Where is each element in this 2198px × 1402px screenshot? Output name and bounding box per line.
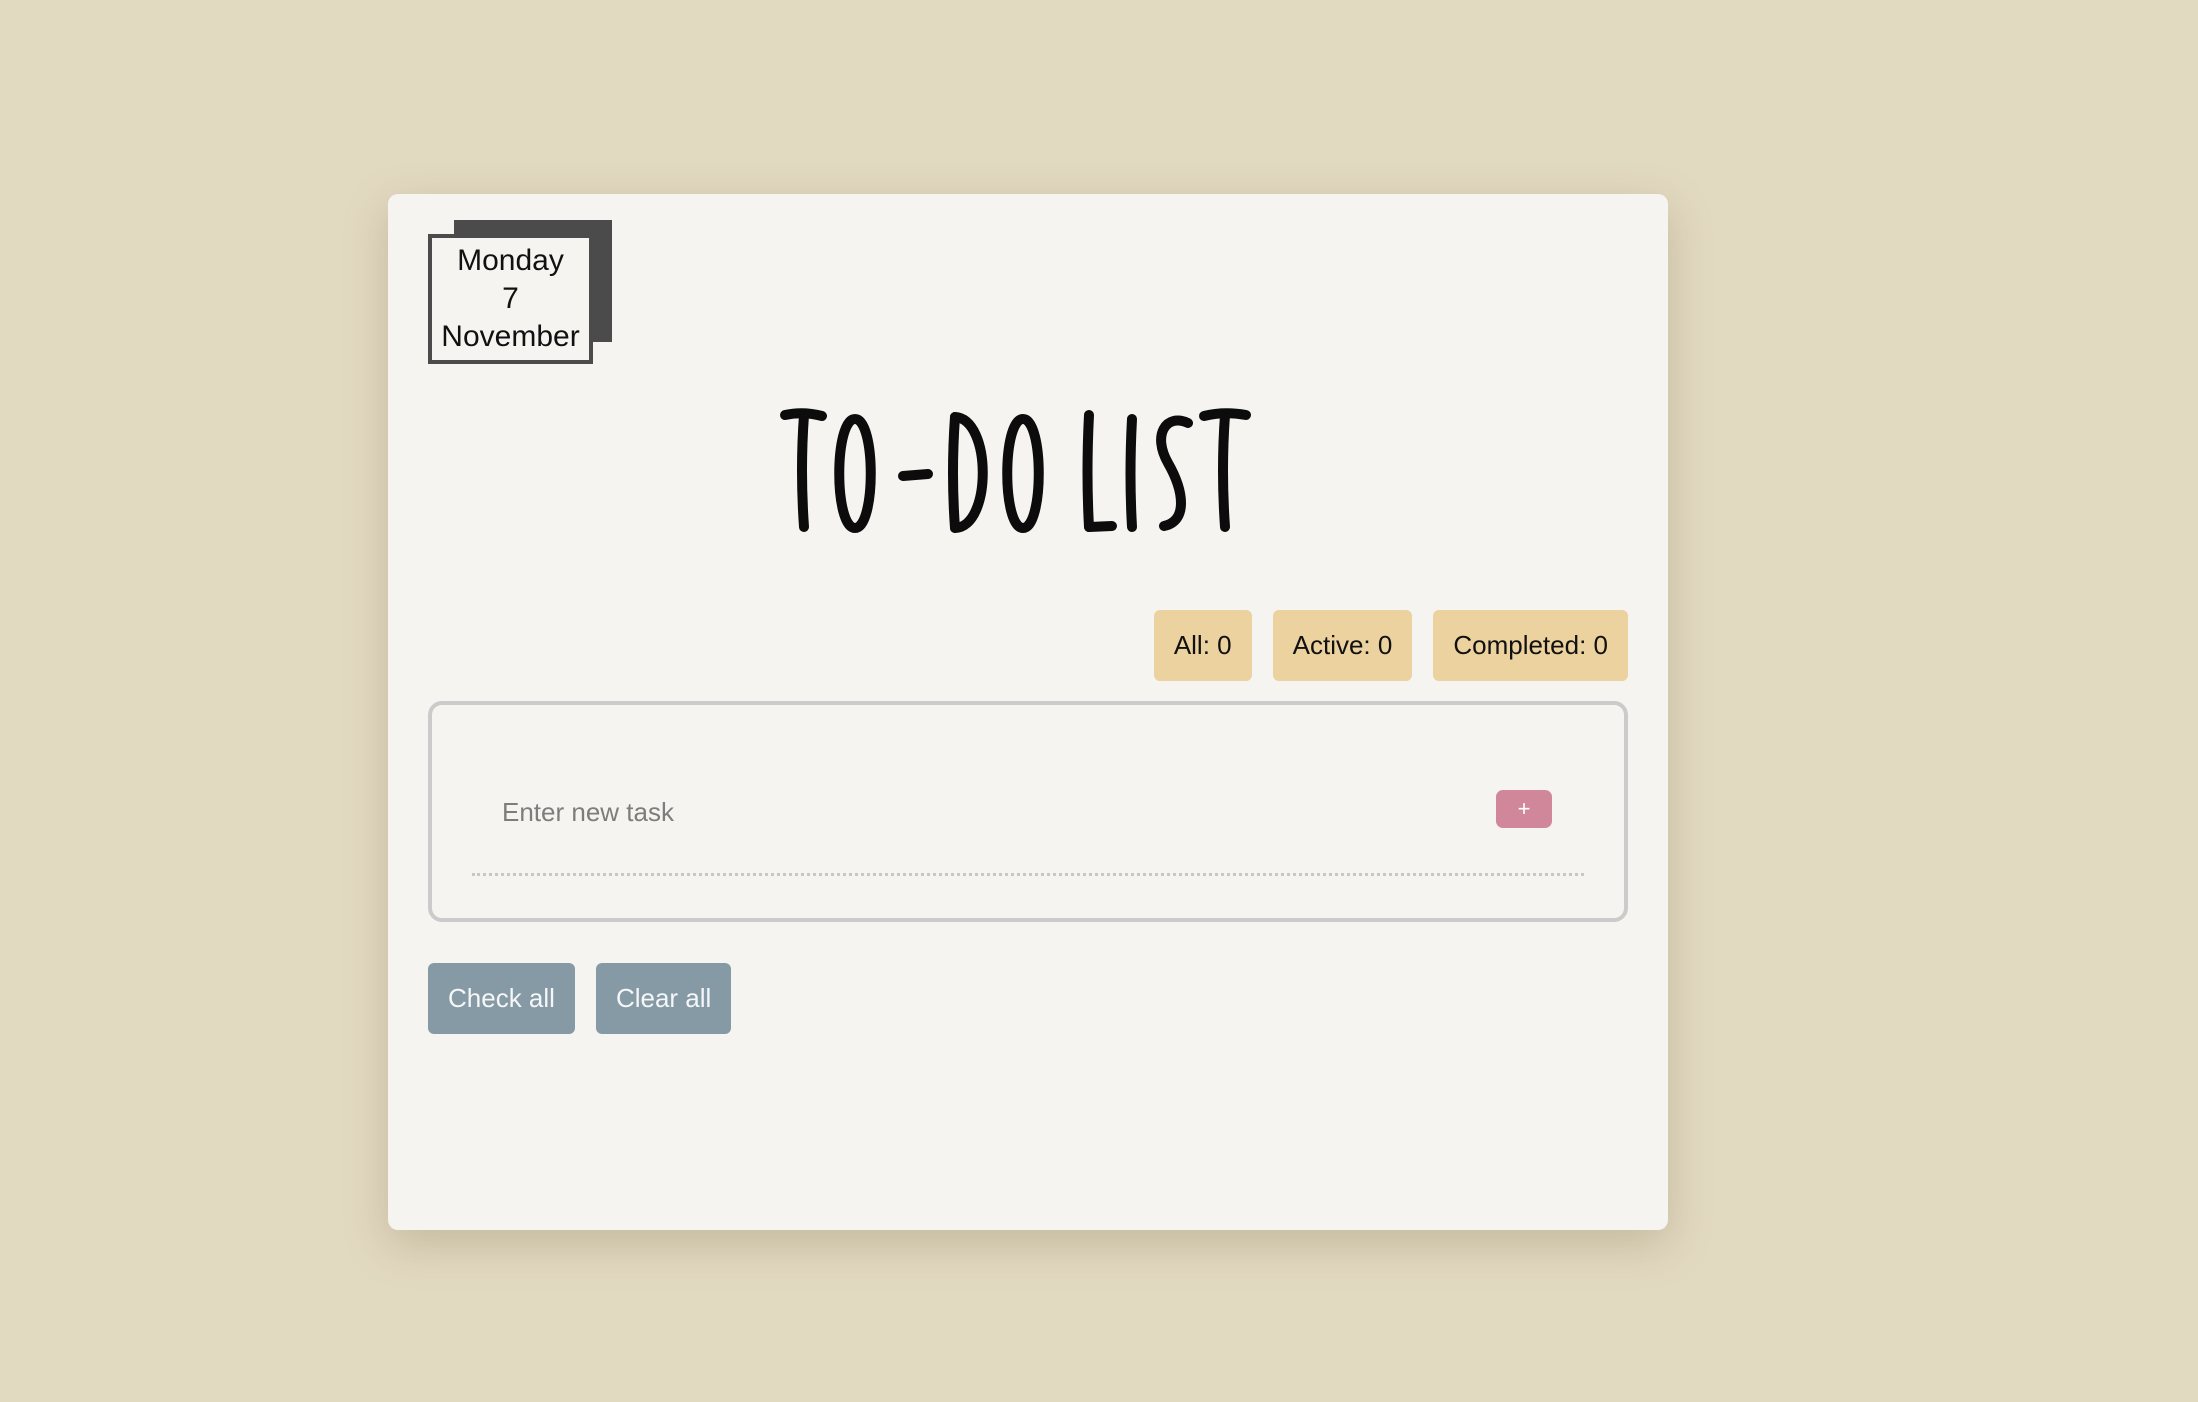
check-all-button[interactable]: Check all <box>428 963 575 1034</box>
title-lettering <box>780 408 1251 533</box>
filter-all-button[interactable]: All: 0 <box>1153 610 1252 681</box>
date-month: November <box>441 320 580 353</box>
add-task-button[interactable]: + <box>1496 790 1552 828</box>
clear-all-button[interactable]: Clear all <box>595 963 732 1034</box>
filter-completed-button[interactable]: Completed: 0 <box>1433 610 1628 681</box>
page-title <box>388 370 1668 570</box>
new-task-input[interactable] <box>502 787 1402 837</box>
task-input-panel: + <box>428 701 1628 922</box>
date-weekday: Monday <box>457 244 564 277</box>
date-card: Monday 7 November <box>428 234 593 364</box>
filter-counters: All: 0 Active: 0 Completed: 0 <box>1153 610 1628 681</box>
todo-card: Monday 7 November All: 0 Active: 0 Compl… <box>388 194 1668 1230</box>
filter-active-button[interactable]: Active: 0 <box>1272 610 1413 681</box>
task-list-divider <box>472 873 1584 876</box>
bulk-actions: Check all Clear all <box>428 963 732 1034</box>
date-display: Monday 7 November <box>428 220 613 370</box>
date-day: 7 <box>502 282 519 315</box>
